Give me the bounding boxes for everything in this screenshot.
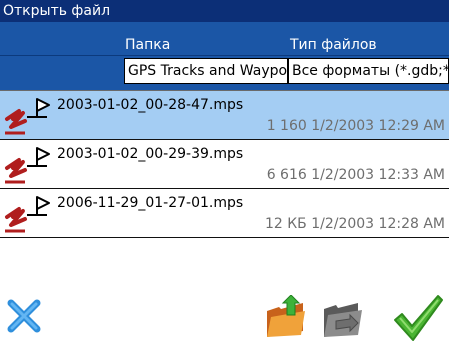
- file-details: 6 616 1/2/2003 12:33 AM: [266, 167, 445, 183]
- gps-track-file-icon: [5, 98, 50, 135]
- gps-track-file-icon: [5, 196, 50, 233]
- folder-up-button[interactable]: [265, 294, 309, 339]
- filter-divider: [0, 55, 449, 56]
- folder-label: Папка: [125, 37, 171, 53]
- folder-up-icon: [267, 294, 305, 337]
- window-title: Открыть файл: [0, 0, 449, 22]
- gps-track-file-icon: [5, 147, 50, 184]
- bottom-toolbar: [0, 290, 449, 345]
- folder-select[interactable]: GPS Tracks and Waypoints: [124, 58, 288, 84]
- cancel-button[interactable]: [6, 298, 42, 334]
- file-type-select[interactable]: Все форматы (*.gdb;*.mps): [288, 58, 449, 84]
- cancel-x-icon: [7, 299, 41, 333]
- file-list: 2003-01-02_00-28-47.mps 1 160 1/2/2003 1…: [0, 90, 449, 290]
- ok-button[interactable]: [392, 292, 444, 344]
- file-row[interactable]: 2006-11-29_01-27-01.mps 12 КБ 1/2/2003 1…: [0, 189, 449, 238]
- file-name: 2003-01-02_00-29-39.mps: [57, 146, 244, 162]
- new-folder-button[interactable]: [322, 299, 364, 339]
- file-type-label: Тип файлов: [290, 37, 377, 53]
- file-name: 2006-11-29_01-27-01.mps: [57, 195, 244, 211]
- file-name: 2003-01-02_00-28-47.mps: [57, 97, 244, 113]
- file-row[interactable]: 2003-01-02_00-28-47.mps 1 160 1/2/2003 1…: [0, 91, 449, 140]
- file-details: 12 КБ 1/2/2003 12:28 AM: [264, 216, 445, 232]
- open-file-dialog: Открыть файл Папка Тип файлов GPS Tracks…: [0, 0, 449, 345]
- checkmark-icon: [394, 295, 443, 341]
- file-details: 1 160 1/2/2003 12:29 AM: [266, 118, 445, 134]
- file-row[interactable]: 2003-01-02_00-29-39.mps 6 616 1/2/2003 1…: [0, 140, 449, 189]
- filter-bar: Папка Тип файлов GPS Tracks and Waypoint…: [0, 22, 449, 90]
- folder-icon: [324, 303, 362, 337]
